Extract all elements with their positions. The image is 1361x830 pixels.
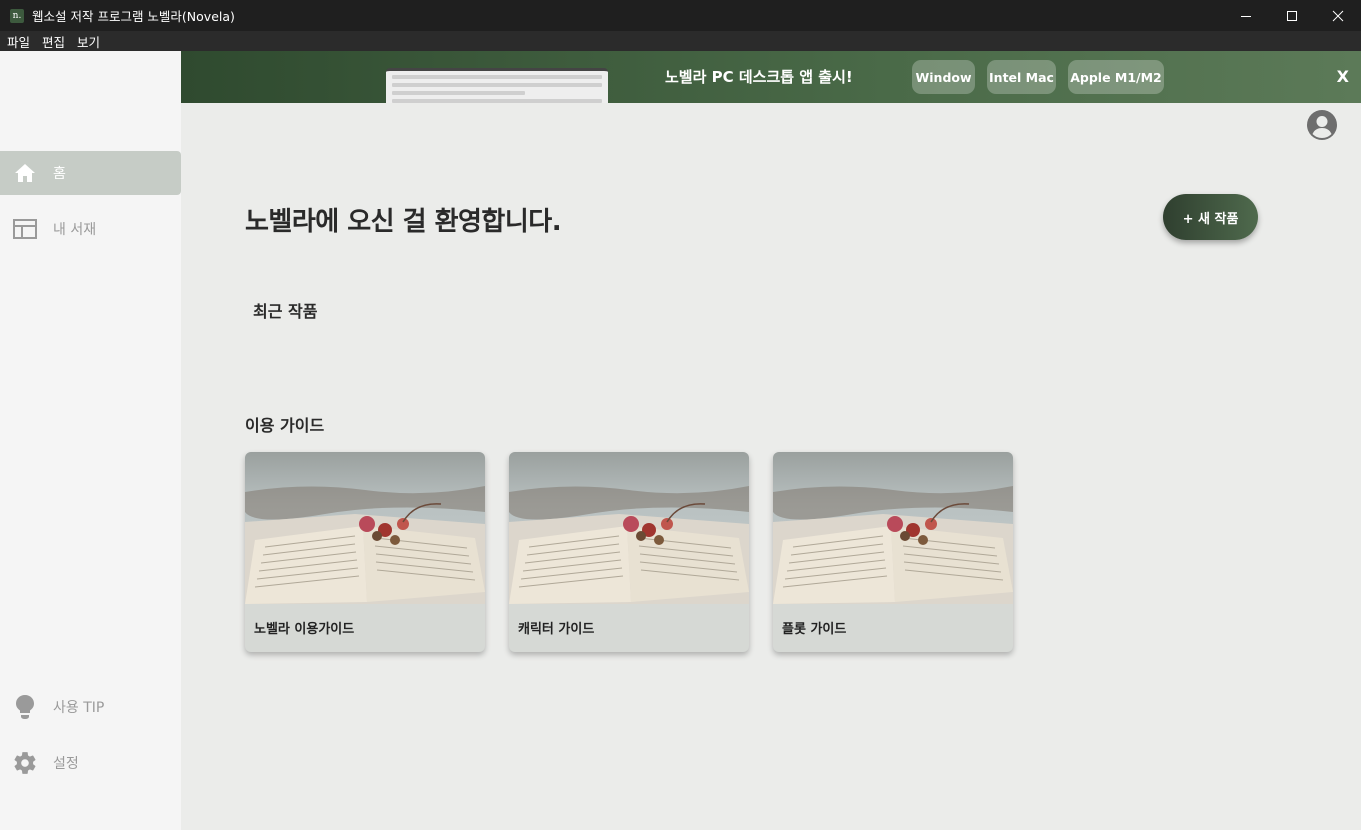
maximize-icon bbox=[1287, 10, 1297, 21]
menu-bar: 파일 편집 보기 bbox=[0, 31, 1361, 51]
close-icon bbox=[1332, 10, 1344, 21]
book-flower-image bbox=[245, 452, 485, 604]
guide-section-title: 이용 가이드 bbox=[245, 416, 325, 435]
sidebar-item-label: 내 서재 bbox=[53, 222, 97, 238]
book-flower-image bbox=[773, 452, 1013, 604]
minimize-button[interactable] bbox=[1223, 0, 1269, 31]
welcome-title: 노벨라에 오신 걸 환영합니다. bbox=[245, 207, 562, 237]
download-intel-mac-button[interactable]: Intel Mac bbox=[987, 60, 1056, 94]
sidebar-item-label: 설정 bbox=[53, 756, 79, 772]
account-avatar-icon[interactable] bbox=[1306, 109, 1338, 141]
banner-text: 노벨라 PC 데스크톱 앱 출시! bbox=[665, 68, 853, 86]
recent-works-title: 최근 작품 bbox=[253, 302, 318, 321]
close-button[interactable] bbox=[1315, 0, 1361, 31]
guide-card-label: 노벨라 이용가이드 bbox=[254, 622, 355, 637]
sidebar-item-settings[interactable]: 설정 bbox=[0, 741, 181, 785]
minimize-icon bbox=[1241, 15, 1251, 17]
menu-file[interactable]: 파일 bbox=[7, 32, 30, 51]
window-controls bbox=[1223, 0, 1361, 31]
main-content: 노벨라에 오신 걸 환영합니다. + 새 작품 최근 작품 이용 가이드 노벨라… bbox=[181, 103, 1361, 830]
guide-card-novela[interactable]: 노벨라 이용가이드 bbox=[245, 452, 485, 652]
app-preview-image bbox=[386, 68, 608, 103]
guide-card-character[interactable]: 캐릭터 가이드 bbox=[509, 452, 749, 652]
maximize-button[interactable] bbox=[1269, 0, 1315, 31]
guide-card-label: 캐릭터 가이드 bbox=[518, 622, 595, 637]
lightbulb-icon bbox=[12, 694, 38, 720]
sidebar-item-label: 홈 bbox=[53, 166, 66, 182]
download-apple-silicon-button[interactable]: Apple M1/M2 bbox=[1068, 60, 1164, 94]
gear-icon bbox=[12, 750, 38, 776]
download-windows-button[interactable]: Window bbox=[912, 60, 975, 94]
guide-card-plot[interactable]: 플롯 가이드 bbox=[773, 452, 1013, 652]
sidebar-item-library[interactable]: 내 서재 bbox=[0, 207, 181, 251]
promo-banner: 노벨라 PC 데스크톱 앱 출시! Window Intel Mac Apple… bbox=[181, 51, 1361, 103]
guide-card-label: 플롯 가이드 bbox=[782, 622, 847, 637]
menu-view[interactable]: 보기 bbox=[77, 32, 100, 51]
new-work-button[interactable]: + 새 작품 bbox=[1163, 194, 1258, 240]
sidebar-item-label: 사용 TIP bbox=[53, 700, 105, 716]
window-title: 웹소설 저작 프로그램 노벨라(Novela) bbox=[32, 9, 235, 24]
title-bar: n. 웹소설 저작 프로그램 노벨라(Novela) bbox=[0, 0, 1361, 31]
sidebar: 홈 내 서재 사용 TIP 설정 bbox=[0, 51, 181, 830]
sidebar-item-tip[interactable]: 사용 TIP bbox=[0, 685, 181, 729]
app-logo-icon: n. bbox=[10, 8, 24, 23]
book-flower-image bbox=[509, 452, 749, 604]
sidebar-item-home[interactable]: 홈 bbox=[0, 151, 181, 195]
menu-edit[interactable]: 편집 bbox=[42, 32, 65, 51]
library-icon bbox=[12, 216, 38, 242]
banner-close-button[interactable]: X bbox=[1337, 51, 1349, 103]
home-icon bbox=[12, 160, 38, 186]
